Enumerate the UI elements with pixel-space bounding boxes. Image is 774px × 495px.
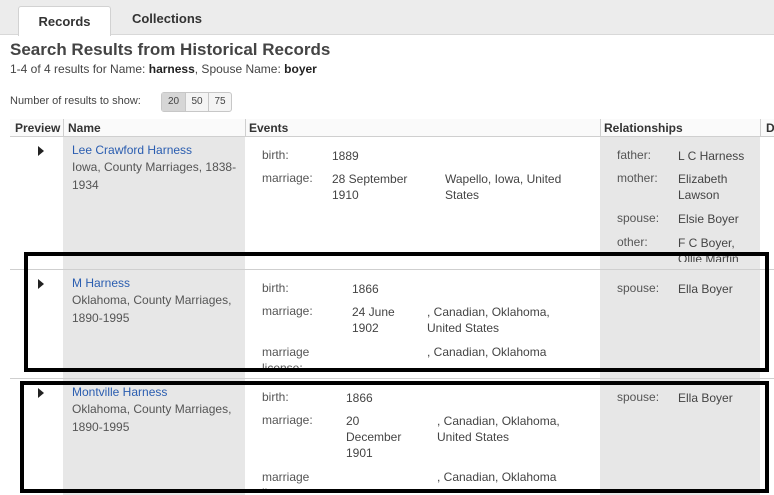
record-name-link[interactable]: Lee Crawford Harness bbox=[72, 143, 192, 157]
col-extra[interactable]: D bbox=[766, 121, 774, 135]
relationship-label: mother: bbox=[617, 171, 658, 185]
record-collection: Iowa, County Marriages, 1838-1934 bbox=[72, 160, 237, 192]
results-summary: 1-4 of 4 results for Name: harness, Spou… bbox=[10, 62, 317, 76]
highlight-frame bbox=[24, 252, 769, 372]
column-divider bbox=[760, 119, 761, 137]
event-label: marriage: bbox=[262, 171, 313, 185]
relationship-label: spouse: bbox=[617, 211, 660, 225]
relationship-value: Elsie Boyer bbox=[678, 212, 739, 226]
page-title: Search Results from Historical Records bbox=[10, 40, 331, 59]
column-divider bbox=[63, 119, 64, 137]
results-option-75[interactable]: 75 bbox=[208, 93, 231, 111]
expand-preview-icon[interactable] bbox=[38, 146, 44, 156]
event-date: 28 September 1910 bbox=[332, 172, 408, 202]
row-divider bbox=[10, 378, 774, 379]
col-relationships[interactable]: Relationships bbox=[604, 121, 683, 135]
relationship-label: other: bbox=[617, 235, 648, 249]
results-option-20[interactable]: 20 bbox=[162, 93, 185, 111]
col-events[interactable]: Events bbox=[249, 121, 288, 135]
relationship-value: Elizabeth Lawson bbox=[678, 172, 728, 202]
summary-spouse-label: , Spouse Name: bbox=[194, 62, 281, 76]
results-per-page-label: Number of results to show: bbox=[10, 95, 141, 107]
table-header: Preview Name Events Relationships D bbox=[10, 119, 774, 137]
highlight-frame bbox=[20, 381, 769, 493]
summary-name-value: harness bbox=[148, 62, 195, 76]
summary-spouse-value: boyer bbox=[284, 62, 317, 76]
column-divider bbox=[600, 119, 601, 137]
event-place: Wapello, Iowa, United States bbox=[445, 172, 562, 202]
event-date: 1889 bbox=[332, 149, 359, 163]
results-option-50[interactable]: 50 bbox=[185, 93, 208, 111]
col-preview[interactable]: Preview bbox=[15, 121, 60, 135]
tab-records[interactable]: Records bbox=[18, 6, 111, 36]
event-label: birth: bbox=[262, 148, 289, 162]
tab-collections[interactable]: Collections bbox=[112, 6, 222, 36]
summary-range: 1-4 of 4 results for Name: bbox=[10, 62, 146, 76]
column-divider bbox=[245, 119, 246, 137]
results-per-page-selector: 20 50 75 bbox=[161, 92, 232, 112]
col-name[interactable]: Name bbox=[68, 121, 101, 135]
relationship-value: L C Harness bbox=[678, 149, 745, 163]
tab-bar: Records Collections bbox=[0, 0, 774, 36]
relationship-label: father: bbox=[617, 148, 652, 162]
